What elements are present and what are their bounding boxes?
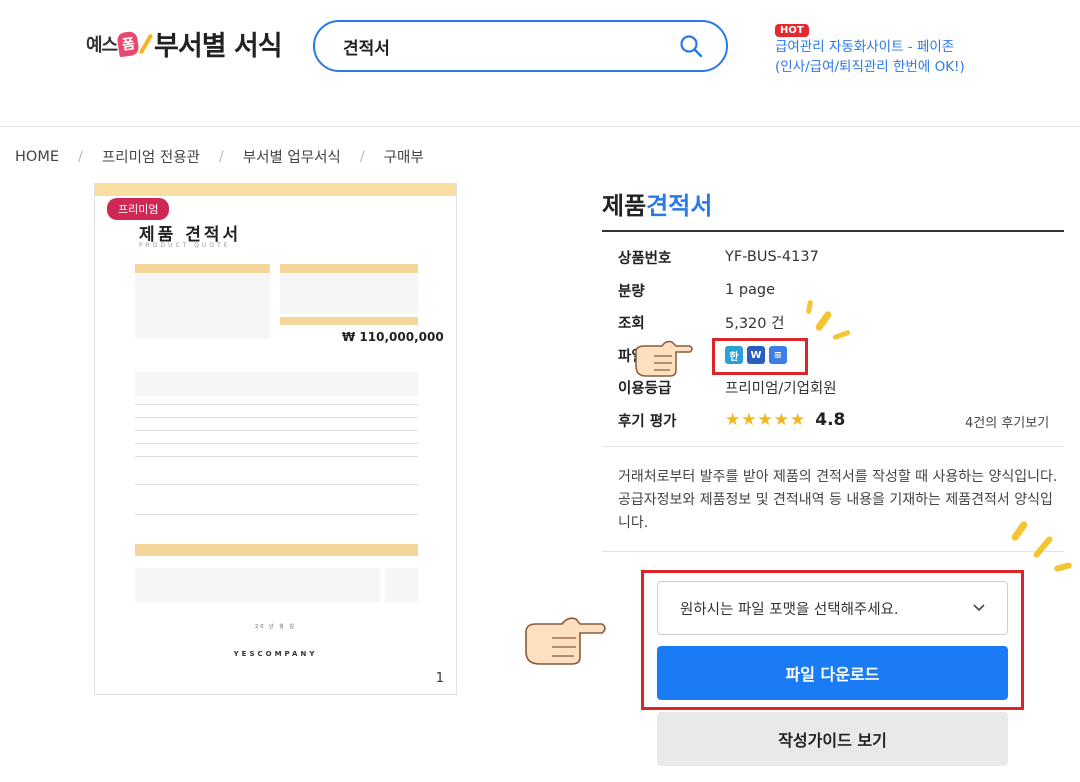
supplier-table	[135, 274, 270, 338]
star-icon: ★	[757, 409, 773, 430]
breadcrumb-home[interactable]: HOME	[15, 149, 59, 165]
promo-line-2[interactable]: (인사/급여/퇴직관리 한번에 OK!)	[775, 57, 1015, 77]
info-bottom-line	[602, 446, 1064, 447]
item-line	[135, 417, 418, 418]
info-key: 상품번호	[618, 250, 672, 267]
info-key: 후기 평가	[618, 413, 677, 430]
page-number: 1	[435, 671, 444, 686]
items-total-row	[135, 544, 418, 556]
info-key: 조회	[618, 315, 645, 332]
product-title: 제품견적서	[602, 186, 712, 221]
file-format-select[interactable]: 원하시는 파일 포맷을 선택해주세요.	[657, 581, 1008, 635]
star-icon: ★	[741, 409, 757, 430]
preview-company: YESCOMPANY	[233, 650, 318, 658]
logo-slash-icon	[138, 32, 154, 55]
description-line	[602, 551, 1064, 552]
preview-top-bar	[95, 184, 456, 196]
info-key: 분량	[618, 283, 645, 300]
site-logo[interactable]: 예스 폼 부서별 서식	[86, 24, 283, 63]
writing-guide-button[interactable]: 작성가이드 보기	[657, 712, 1008, 766]
rating-stars: ★ ★ ★ ★ ★	[725, 409, 806, 430]
promo-banner[interactable]: HOT 급여관리 자동화사이트 - 페이존 (인사/급여/퇴직관리 한번에 OK…	[775, 18, 1015, 77]
stamp-box	[385, 568, 418, 602]
star-icon: ★	[725, 409, 741, 430]
hot-badge: HOT	[775, 24, 809, 37]
product-info-table	[280, 274, 418, 314]
spark-icon	[1053, 561, 1073, 573]
spark-icon	[1032, 535, 1054, 559]
product-title-highlight: 견적서	[646, 192, 713, 220]
preview-date: 20 년 월 일	[255, 624, 296, 630]
supplier-header	[135, 264, 270, 273]
items-header	[135, 372, 418, 396]
logo-prefix: 예스	[86, 34, 118, 56]
item-line	[135, 514, 418, 515]
breadcrumb-department[interactable]: 부서별 업무서식	[243, 146, 341, 167]
star-icon: ★	[773, 409, 789, 430]
search-input[interactable]	[343, 36, 678, 56]
download-button[interactable]: 파일 다운로드	[657, 646, 1008, 700]
breadcrumb-premium[interactable]: 프리미엄 전용관	[102, 146, 200, 167]
info-value: 5,320 건	[725, 315, 785, 332]
info-top-line	[602, 230, 1064, 232]
site-name: 부서별 서식	[154, 31, 283, 62]
breadcrumb-purchasing[interactable]: 구매부	[384, 146, 424, 167]
logo-mark: 예스 폼	[86, 30, 154, 57]
product-info-header	[280, 264, 418, 273]
format-highlight-box	[712, 338, 808, 375]
promo-line-1[interactable]: 급여관리 자동화사이트 - 페이존	[775, 37, 1015, 57]
star-icon: ★	[790, 409, 806, 430]
reviews-link[interactable]: 4건의 후기보기	[965, 412, 1049, 431]
item-line	[135, 456, 418, 457]
item-line	[135, 404, 418, 405]
info-row-pages: 분량 1 page	[618, 277, 1058, 303]
chevron-down-icon	[973, 600, 985, 616]
item-line	[135, 430, 418, 431]
breadcrumb-separator: /	[359, 148, 365, 165]
file-format-select-placeholder: 원하시는 파일 포맷을 선택해주세요.	[680, 601, 899, 618]
preview-doc-subtitle: PRODUCT QUOTE	[139, 242, 231, 249]
premium-badge: 프리미엄	[107, 198, 170, 220]
pointing-hand-icon	[525, 617, 606, 665]
search-icon[interactable]	[678, 33, 704, 59]
notes-box	[135, 568, 380, 602]
item-line	[135, 484, 418, 485]
breadcrumb-separator: /	[218, 148, 224, 165]
logo-badge: 폼	[116, 30, 140, 57]
pointing-hand-icon	[635, 340, 693, 377]
product-description: 거래처로부터 발주를 받아 제품의 견적서를 작성할 때 사용하는 양식입니다.…	[618, 469, 1058, 531]
preview-amount: ₩ 110,000,000	[342, 330, 444, 344]
info-row-product-number: 상품번호 YF-BUS-4137	[618, 244, 1058, 270]
info-value: YF-BUS-4137	[725, 249, 819, 265]
rating-value: 4.8	[815, 410, 846, 430]
document-preview[interactable]: 프리미엄 제품 견적서 PRODUCT QUOTE ₩ 110,000,000 …	[94, 183, 457, 695]
info-value: 1 page	[725, 282, 776, 298]
total-amount-header	[280, 317, 418, 325]
breadcrumb-separator: /	[78, 148, 83, 165]
info-value: 프리미엄/기업회원	[725, 380, 837, 397]
info-row-views: 조회 5,320 건	[618, 309, 1058, 335]
item-line	[135, 443, 418, 444]
header-divider	[0, 126, 1080, 127]
product-title-plain: 제품	[602, 192, 647, 220]
search-bar	[313, 20, 728, 72]
breadcrumb: HOME / 프리미엄 전용관 / 부서별 업무서식 / 구매부	[15, 146, 424, 167]
